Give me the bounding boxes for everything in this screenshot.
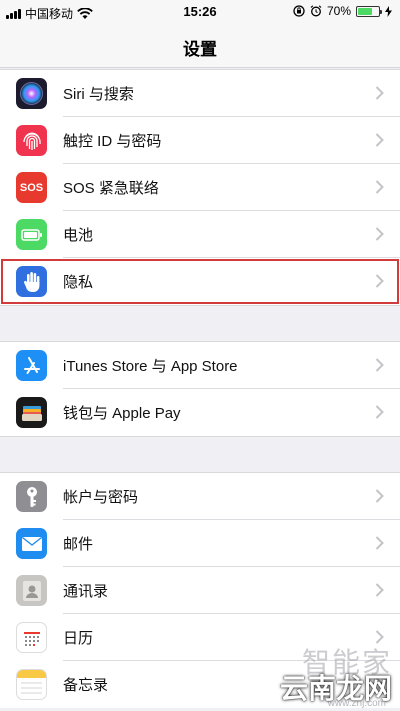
status-bar: 中国移动 15:26 70% (0, 0, 400, 24)
battery-icon (356, 5, 382, 17)
settings-row-contacts[interactable]: 通讯录 (0, 567, 400, 614)
settings-row-label: 隐私 (63, 274, 94, 291)
settings-row-battery[interactable]: 电池 (0, 211, 400, 258)
chevron-right-icon (375, 86, 384, 100)
chevron-right-icon (375, 133, 384, 147)
hand-icon (16, 266, 47, 297)
settings-row-label: 日历 (63, 630, 94, 647)
chevron-right-icon (375, 536, 384, 550)
settings-row-accounts[interactable]: 帐户与密码 (0, 473, 400, 520)
app-store-icon (16, 350, 47, 381)
settings-row-touch-id[interactable]: 触控 ID 与密码 (0, 117, 400, 164)
settings-row-label: 触控 ID 与密码 (63, 133, 162, 150)
settings-row-label: Siri 与搜索 (63, 86, 134, 103)
settings-row-label: 电池 (63, 227, 94, 244)
settings-row-label: iTunes Store 与 App Store (63, 358, 238, 375)
settings-row-label: 备忘录 (63, 677, 109, 694)
settings-row-label: SOS 紧急联络 (63, 180, 159, 197)
chevron-right-icon (375, 358, 384, 372)
settings-row-wallet[interactable]: 钱包与 Apple Pay (0, 389, 400, 436)
sos-icon: SOS (16, 172, 47, 203)
alarm-icon (310, 5, 322, 17)
settings-row-label: 通讯录 (63, 583, 109, 600)
fingerprint-icon (16, 125, 47, 156)
chevron-right-icon (375, 274, 384, 288)
battery-percent: 70% (326, 4, 351, 18)
chevron-right-icon (375, 227, 384, 241)
settings-row-label: 帐户与密码 (63, 489, 139, 506)
settings-row-app-store[interactable]: iTunes Store 与 App Store (0, 342, 400, 389)
status-right: 70% (293, 4, 392, 18)
settings-row-siri[interactable]: Siri 与搜索 (0, 70, 400, 117)
rotation-lock-icon (293, 5, 305, 17)
notes-icon (16, 669, 47, 700)
nav-bar: 设置 (0, 24, 400, 68)
settings-row-label: 钱包与 Apple Pay (63, 405, 181, 422)
settings-group-1: Siri 与搜索 触控 ID 与密码 SOS SOS 紧急联络 电池 隐私 (0, 69, 400, 306)
battery-icon (16, 219, 47, 250)
settings-group-2: iTunes Store 与 App Store 钱包与 Apple Pay (0, 341, 400, 437)
settings-row-sos[interactable]: SOS SOS 紧急联络 (0, 164, 400, 211)
contacts-icon (16, 575, 47, 606)
chevron-right-icon (375, 583, 384, 597)
page-title: 设置 (183, 40, 217, 59)
settings-row-privacy[interactable]: 隐私 (0, 258, 400, 305)
calendar-icon (16, 622, 47, 653)
battery-fill (358, 7, 372, 15)
watermark-url: www.znj.com (327, 698, 386, 709)
settings-row-mail[interactable]: 邮件 (0, 520, 400, 567)
chevron-right-icon (375, 180, 384, 194)
chevron-right-icon (375, 405, 384, 419)
wallet-icon (16, 397, 47, 428)
settings-row-label: 邮件 (63, 536, 94, 553)
charging-icon (385, 5, 392, 17)
chevron-right-icon (375, 489, 384, 503)
mail-icon (16, 528, 47, 559)
key-icon (16, 481, 47, 512)
siri-icon (16, 78, 47, 109)
